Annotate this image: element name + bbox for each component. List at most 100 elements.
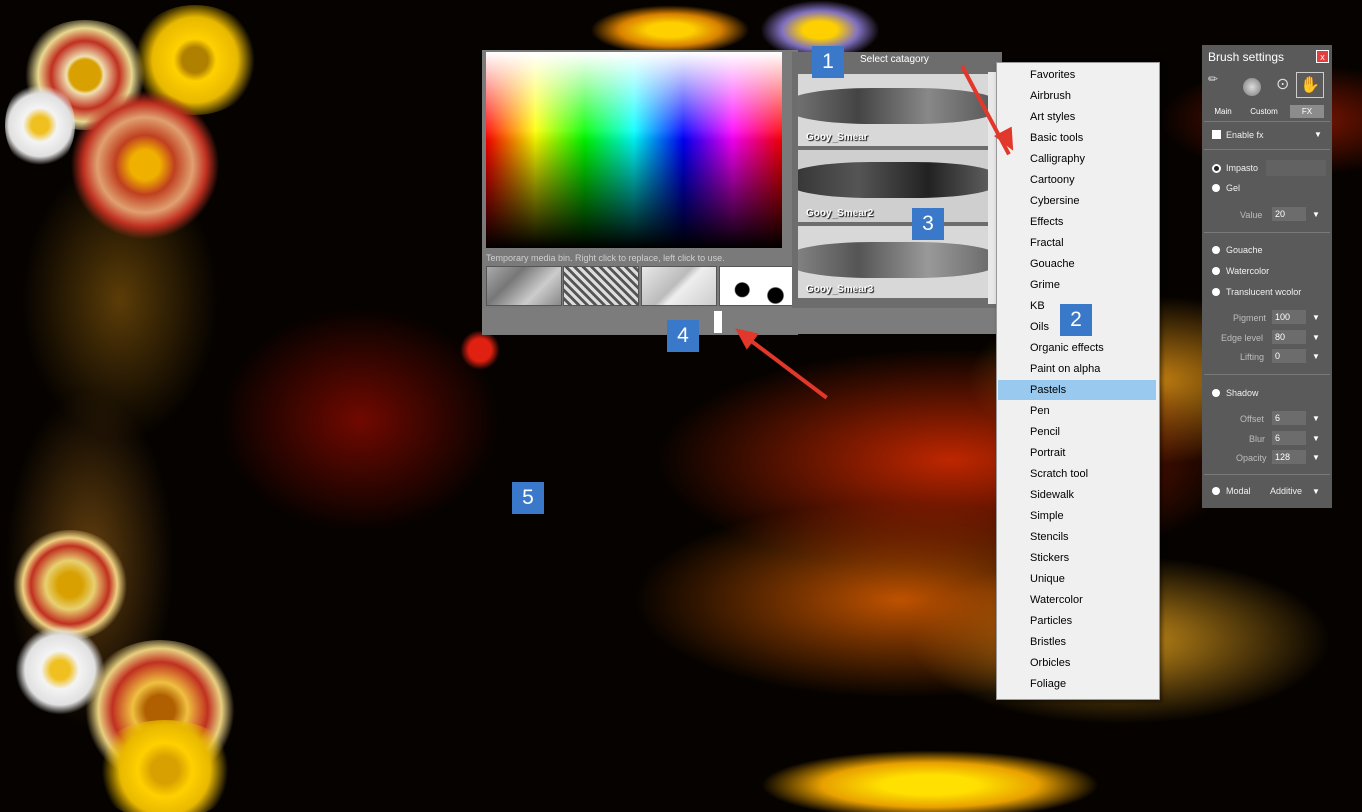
- gouache-radio[interactable]: [1212, 246, 1220, 254]
- panel-title: Brush settings: [1208, 50, 1285, 64]
- category-item[interactable]: Stickers: [998, 548, 1156, 568]
- edge-level-field[interactable]: 80: [1272, 330, 1306, 344]
- category-item[interactable]: Scratch tool: [998, 464, 1156, 484]
- divider: [1204, 121, 1330, 122]
- media-bin-slot[interactable]: [641, 266, 717, 306]
- category-item[interactable]: Art styles: [998, 107, 1156, 127]
- category-item[interactable]: Pencil: [998, 422, 1156, 442]
- panel-resize-handle[interactable]: [714, 311, 722, 333]
- media-bin-slot[interactable]: [719, 266, 795, 306]
- impasto-radio[interactable]: [1212, 164, 1221, 173]
- offset-field[interactable]: 6: [1272, 411, 1306, 425]
- category-item[interactable]: Effects: [998, 212, 1156, 232]
- callout-badge-3: 3: [912, 208, 944, 240]
- modal-radio[interactable]: [1212, 487, 1220, 495]
- lifting-field[interactable]: 0: [1272, 349, 1306, 363]
- impasto-label: Impasto: [1226, 163, 1259, 173]
- category-item[interactable]: Simple: [998, 506, 1156, 526]
- media-bin-slot[interactable]: [563, 266, 639, 306]
- category-item[interactable]: Airbrush: [998, 86, 1156, 106]
- close-button[interactable]: x: [1316, 50, 1329, 63]
- blur-field[interactable]: 6: [1272, 431, 1306, 445]
- flower-decoration: [10, 530, 130, 640]
- category-item[interactable]: Stencils: [998, 527, 1156, 547]
- flower-decoration: [5, 80, 75, 170]
- category-item[interactable]: Foliage: [998, 674, 1156, 694]
- pigment-field[interactable]: 100: [1272, 310, 1306, 324]
- enable-fx-label: Enable fx: [1226, 130, 1264, 140]
- category-item[interactable]: Orbicles: [998, 653, 1156, 673]
- brush-tile[interactable]: Gooy_Smear3: [798, 226, 988, 298]
- divider: [1204, 232, 1330, 233]
- category-item[interactable]: Particles: [998, 611, 1156, 631]
- tab-main[interactable]: Main: [1208, 105, 1238, 118]
- category-item[interactable]: Pen: [998, 401, 1156, 421]
- chevron-down-icon[interactable]: ▼: [1314, 130, 1322, 139]
- chevron-down-icon[interactable]: ▼: [1312, 313, 1320, 322]
- brush-shape-icon[interactable]: ⊙: [1276, 74, 1289, 94]
- value-field[interactable]: 20: [1272, 207, 1306, 221]
- chevron-down-icon[interactable]: ▼: [1312, 414, 1320, 423]
- translucent-label: Translucent wcolor: [1226, 287, 1302, 297]
- divider: [1204, 374, 1330, 375]
- select-category-button[interactable]: Select catagory: [860, 54, 929, 65]
- callout-badge-5: 5: [512, 482, 544, 514]
- gouache-label: Gouache: [1226, 245, 1263, 255]
- dropper-icon[interactable]: ✏: [1208, 72, 1218, 86]
- pigment-label: Pigment: [1233, 313, 1267, 323]
- category-item[interactable]: Calligraphy: [998, 149, 1156, 169]
- chevron-down-icon[interactable]: ▼: [1312, 453, 1320, 462]
- chevron-down-icon[interactable]: ▼: [1312, 333, 1320, 342]
- chevron-down-icon[interactable]: ▼: [1312, 487, 1320, 496]
- flower-decoration: [70, 90, 220, 240]
- enable-fx-checkbox[interactable]: [1212, 130, 1221, 139]
- opacity-label: Opacity: [1236, 453, 1267, 463]
- blend-mode-select[interactable]: Additive: [1270, 486, 1302, 496]
- category-item[interactable]: Paint on alpha: [998, 359, 1156, 379]
- opacity-field[interactable]: 128: [1272, 450, 1306, 464]
- flower-decoration: [460, 330, 500, 370]
- shadow-radio[interactable]: [1212, 389, 1220, 397]
- translucent-radio[interactable]: [1212, 288, 1220, 296]
- category-item[interactable]: Portrait: [998, 443, 1156, 463]
- tab-fx[interactable]: FX: [1290, 105, 1324, 118]
- color-spectrum[interactable]: [486, 52, 782, 248]
- divider: [1204, 149, 1330, 150]
- watercolor-radio[interactable]: [1212, 267, 1220, 275]
- chevron-down-icon[interactable]: ▼: [1312, 434, 1320, 443]
- category-item[interactable]: Cybersine: [998, 191, 1156, 211]
- media-bin-hint: Temporary media bin. Right click to repl…: [486, 253, 725, 263]
- category-item[interactable]: Cartoony: [998, 170, 1156, 190]
- category-item[interactable]: Pastels: [998, 380, 1156, 400]
- edge-level-label: Edge level: [1221, 333, 1264, 343]
- category-item[interactable]: Fractal: [998, 233, 1156, 253]
- chevron-down-icon[interactable]: ▼: [1312, 352, 1320, 361]
- hand-icon[interactable]: ✋: [1296, 72, 1324, 98]
- lifting-label: Lifting: [1240, 352, 1265, 362]
- category-item[interactable]: Unique: [998, 569, 1156, 589]
- brush-name: Gooy_Smear3: [806, 284, 874, 295]
- category-item[interactable]: Grime: [998, 275, 1156, 295]
- tab-custom[interactable]: Custom: [1242, 105, 1286, 118]
- category-item[interactable]: Sidewalk: [998, 485, 1156, 505]
- callout-badge-1: 1: [812, 46, 844, 78]
- media-bin-slot[interactable]: [486, 266, 562, 306]
- round-brush-icon[interactable]: [1243, 78, 1261, 96]
- blur-label: Blur: [1249, 434, 1266, 444]
- divider: [1204, 474, 1330, 475]
- category-item[interactable]: Watercolor: [998, 590, 1156, 610]
- watercolor-label: Watercolor: [1226, 266, 1270, 276]
- impasto-row-highlight: [1266, 160, 1326, 176]
- category-item[interactable]: Organic effects: [998, 338, 1156, 358]
- chevron-down-icon[interactable]: ▼: [1312, 210, 1320, 219]
- brush-tile[interactable]: Gooy_Smear: [798, 74, 988, 146]
- brush-name: Gooy_Smear2: [806, 208, 874, 219]
- category-item[interactable]: Favorites: [998, 65, 1156, 85]
- brush-tile[interactable]: Gooy_Smear2: [798, 150, 988, 222]
- category-item[interactable]: Gouache: [998, 254, 1156, 274]
- gel-radio[interactable]: [1212, 184, 1220, 192]
- brush-name: Gooy_Smear: [806, 132, 868, 143]
- flower-decoration: [590, 5, 750, 55]
- flower-decoration: [90, 720, 240, 812]
- category-item[interactable]: Bristles: [998, 632, 1156, 652]
